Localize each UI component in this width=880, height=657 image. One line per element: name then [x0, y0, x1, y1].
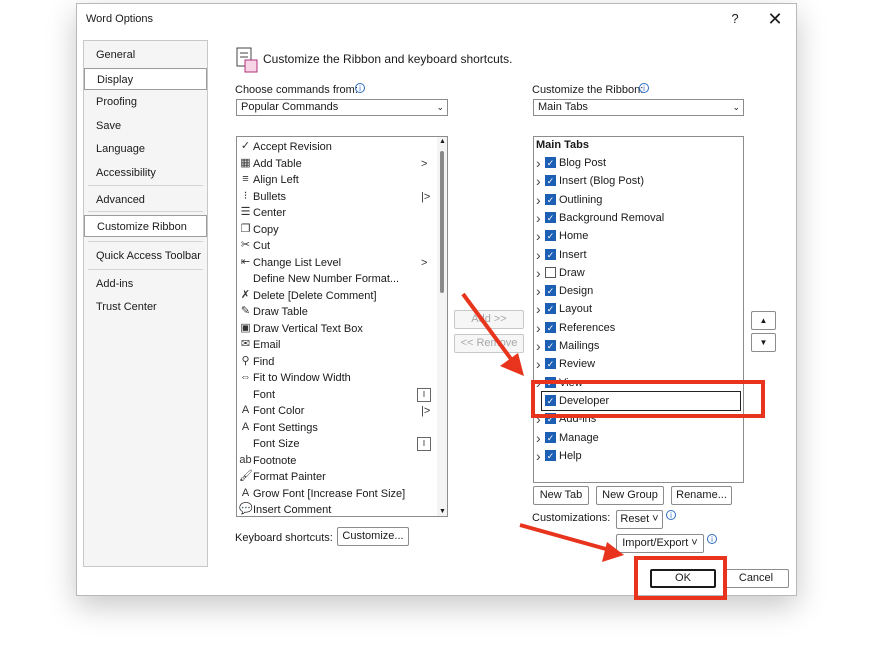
arrowhead-icon — [602, 542, 624, 562]
arrow-to-developer-icon — [461, 292, 513, 361]
arrowhead-icon — [500, 353, 524, 376]
arrow-to-ok-icon — [519, 523, 607, 551]
annotation-arrows — [461, 292, 624, 562]
